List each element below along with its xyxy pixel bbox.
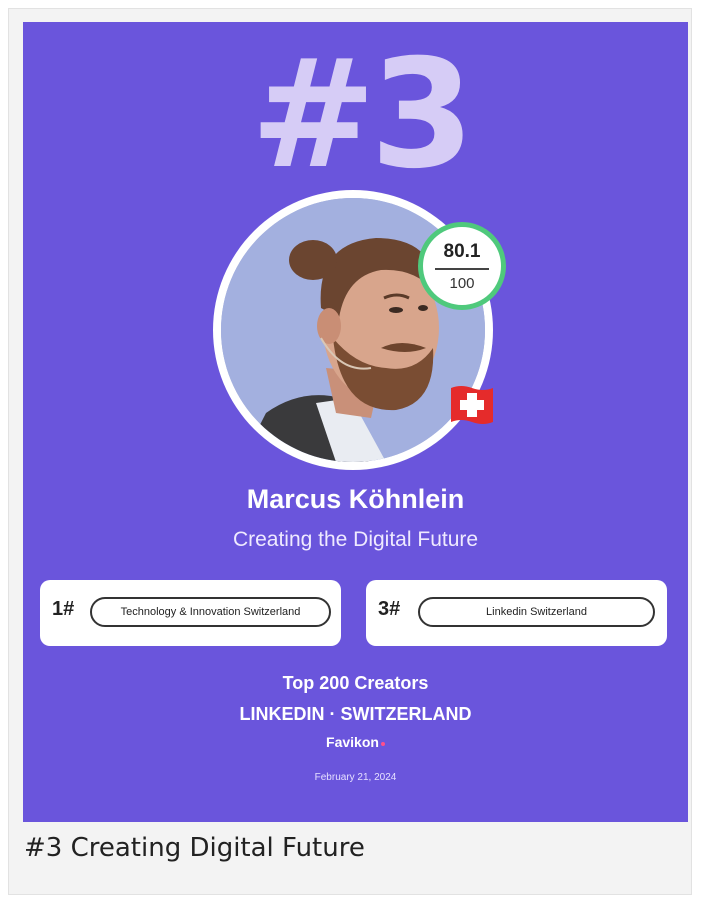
score-value: 80.1 (443, 241, 481, 262)
ranking-date: February 21, 2024 (314, 772, 397, 783)
switzerland-flag-icon (451, 386, 493, 424)
score-badge: 80.1 100 (418, 222, 506, 310)
ranking-position: 3# (378, 598, 401, 620)
brand-name: Favikon (326, 734, 379, 750)
brand-logo: Favikon (23, 734, 688, 750)
score-max: 100 (449, 275, 475, 292)
rank-number-large: #3 (250, 28, 474, 202)
ranking-category: Technology & Innovation Switzerland (90, 597, 331, 627)
score-divider (435, 268, 489, 270)
person-name: Marcus Köhnlein (246, 484, 465, 514)
image-caption: #3 Creating Digital Future (24, 833, 365, 863)
ranking-card: #3 80.1 100 Marcus Köhnlein Creating the… (23, 22, 688, 822)
ranking-category: Linkedin Switzerland (418, 597, 655, 627)
footer-subtitle: LINKEDIN · SWITZERLAND (239, 704, 472, 724)
footer-title: Top 200 Creators (282, 673, 429, 693)
ranking-box-1: 1# Technology & Innovation Switzerland (40, 580, 341, 646)
brand-dot-icon (380, 742, 385, 746)
person-tagline: Creating the Digital Future (232, 528, 479, 551)
ranking-position: 1# (52, 598, 75, 620)
ranking-box-2: 3# Linkedin Switzerland (366, 580, 667, 646)
